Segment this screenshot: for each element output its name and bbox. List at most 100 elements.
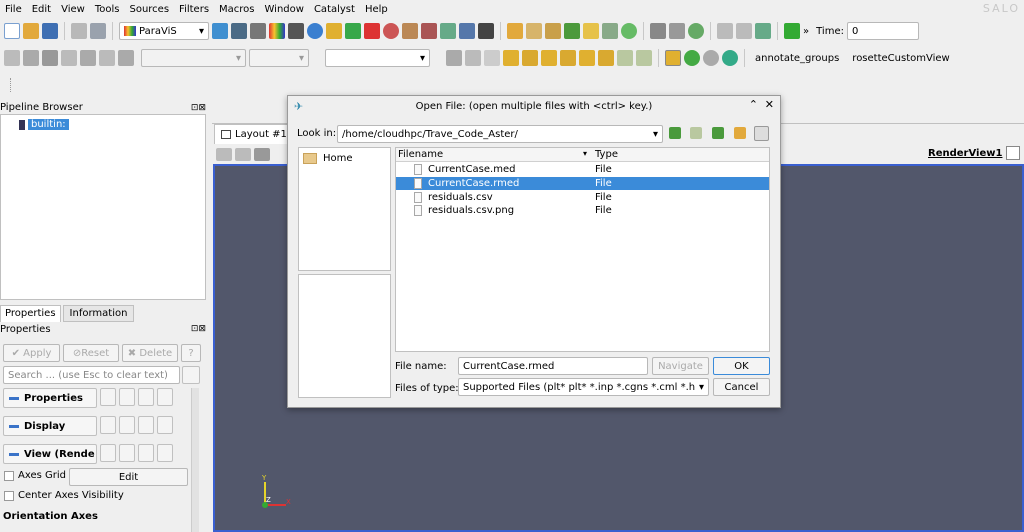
rotate-minus90-icon[interactable] xyxy=(636,50,652,66)
save-state-icon[interactable] xyxy=(545,23,561,39)
section-display[interactable]: Display xyxy=(3,416,97,436)
view-icon-a[interactable] xyxy=(216,148,232,161)
menu-file[interactable]: File xyxy=(0,4,27,15)
view-plus-x-icon[interactable] xyxy=(503,50,519,66)
refresh-icon[interactable] xyxy=(722,50,738,66)
copy-display-icon[interactable] xyxy=(100,416,116,434)
cancel-button[interactable]: Cancel xyxy=(713,378,770,396)
gray-circle-icon[interactable] xyxy=(703,50,719,66)
section-properties[interactable]: Properties xyxy=(3,388,97,408)
hand-icon[interactable] xyxy=(755,23,771,39)
file-row[interactable]: CurrentCase.rmed File xyxy=(396,176,769,191)
time-input[interactable]: 0 xyxy=(846,22,919,40)
new-file-icon[interactable] xyxy=(4,23,20,39)
view-plus-z-icon[interactable] xyxy=(579,50,595,66)
globe-icon[interactable] xyxy=(307,23,323,39)
shaper-icon[interactable] xyxy=(212,23,228,39)
dialog-close-icon[interactable]: ✕ xyxy=(765,98,774,111)
red-tool-icon[interactable] xyxy=(364,23,380,39)
dialog-settings-icon[interactable] xyxy=(754,126,769,141)
tab-properties[interactable]: Properties xyxy=(0,305,61,322)
help-button[interactable]: ? xyxy=(181,344,201,362)
connect-icon[interactable] xyxy=(583,23,599,39)
tool-icon-c[interactable] xyxy=(440,23,456,39)
menu-tools[interactable]: Tools xyxy=(90,4,125,15)
menu-help[interactable]: Help xyxy=(360,4,393,15)
vector-combo[interactable]: ▾ xyxy=(325,49,430,67)
dialog-titlebar[interactable]: ✈ Open File: (open multiple files with <… xyxy=(288,96,780,116)
view-icon-c[interactable] xyxy=(254,148,270,161)
glyph-icon[interactable] xyxy=(118,50,134,66)
more-arrow-icon[interactable]: » xyxy=(803,26,809,37)
view-minus-x-icon[interactable] xyxy=(522,50,538,66)
representation-combo[interactable]: ▾ xyxy=(141,49,246,67)
tool-icon-d[interactable] xyxy=(459,23,475,39)
reset-icon[interactable] xyxy=(688,23,704,39)
pipeline-browser[interactable]: builtin: xyxy=(0,114,206,300)
camera-icon[interactable] xyxy=(650,23,666,39)
rosette-button[interactable]: rosetteCustomView xyxy=(852,53,949,64)
mesh-icon[interactable] xyxy=(250,23,266,39)
save-icon[interactable] xyxy=(42,23,58,39)
menu-macros[interactable]: Macros xyxy=(214,4,259,15)
layout-tab[interactable]: Layout #1 xyxy=(214,124,294,144)
reset-button[interactable]: ⊘ Reset xyxy=(63,344,119,362)
menu-window[interactable]: Window xyxy=(260,4,309,15)
section-view[interactable]: View (Rende xyxy=(3,444,97,464)
view-icon-b[interactable] xyxy=(235,148,251,161)
tool-icon-b[interactable] xyxy=(421,23,437,39)
interaction-mode-icon[interactable] xyxy=(665,50,681,66)
col-type[interactable]: Type xyxy=(595,149,618,160)
timer-icon[interactable] xyxy=(621,23,637,39)
favorite-home[interactable]: Home xyxy=(303,153,353,164)
reload-display-icon[interactable] xyxy=(138,416,154,434)
first-frame-icon[interactable] xyxy=(784,23,800,39)
split-view-icon[interactable] xyxy=(1006,146,1020,160)
save-props-icon[interactable] xyxy=(157,388,173,406)
view-minus-y-icon[interactable] xyxy=(560,50,576,66)
menu-edit[interactable]: Edit xyxy=(27,4,56,15)
download-icon[interactable] xyxy=(564,23,580,39)
reload-view-icon[interactable] xyxy=(138,444,154,462)
yacs-icon[interactable] xyxy=(288,23,304,39)
paste-props-icon[interactable] xyxy=(119,388,135,406)
geom-icon[interactable] xyxy=(231,23,247,39)
rotate-plus90-icon[interactable] xyxy=(617,50,633,66)
annotate-groups-button[interactable]: annotate_groups xyxy=(755,53,839,64)
view-plus-y-icon[interactable] xyxy=(541,50,557,66)
file-row[interactable]: residuals.csv File xyxy=(396,190,769,204)
open-folder-icon-2[interactable] xyxy=(507,23,523,39)
green-circle-icon[interactable] xyxy=(684,50,700,66)
back-arrow-icon[interactable] xyxy=(669,127,681,139)
module-combo[interactable]: ParaViS ▾ xyxy=(119,22,209,40)
pipeline-item-builtin[interactable]: builtin: xyxy=(19,119,69,130)
properties-scrollbar[interactable] xyxy=(191,388,199,532)
slice-icon[interactable] xyxy=(61,50,77,66)
files-of-type-combo[interactable]: Supported Files (plt* plt* *.inp *.cgns … xyxy=(458,378,709,396)
new-folder-icon[interactable] xyxy=(734,127,746,139)
file-row[interactable]: CurrentCase.med File xyxy=(396,163,769,177)
menu-view[interactable]: View xyxy=(56,4,90,15)
camera-icon-2[interactable] xyxy=(669,23,685,39)
open-folder-icon[interactable] xyxy=(23,23,39,39)
copy-view-icon[interactable] xyxy=(100,444,116,462)
dock-buttons-props[interactable]: ⊡⊠ xyxy=(191,324,206,337)
look-in-combo[interactable]: /home/cloudhpc/Trave_Code_Aster/▾ xyxy=(337,125,663,143)
ok-button[interactable]: OK xyxy=(713,357,770,375)
copy-props-icon[interactable] xyxy=(100,388,116,406)
copy-icon[interactable] xyxy=(71,23,87,39)
apply-button[interactable]: ✔ Apply xyxy=(3,344,60,362)
zoom-box-icon[interactable] xyxy=(484,50,500,66)
center-axes-checkbox[interactable] xyxy=(4,490,14,501)
zoom-data-icon[interactable] xyxy=(465,50,481,66)
view-minus-z-icon[interactable] xyxy=(598,50,614,66)
dock-buttons[interactable]: ⊡⊠ xyxy=(191,103,206,113)
paste-view-icon[interactable] xyxy=(119,444,135,462)
calculator-icon[interactable] xyxy=(4,50,20,66)
disconnect-icon[interactable] xyxy=(602,23,618,39)
load-state-icon[interactable] xyxy=(526,23,542,39)
file-row[interactable]: residuals.csv.png File xyxy=(396,204,769,218)
color-combo[interactable]: ▾ xyxy=(249,49,309,67)
extract-icon[interactable] xyxy=(99,50,115,66)
render-view-label[interactable]: RenderView1 xyxy=(928,148,1002,159)
